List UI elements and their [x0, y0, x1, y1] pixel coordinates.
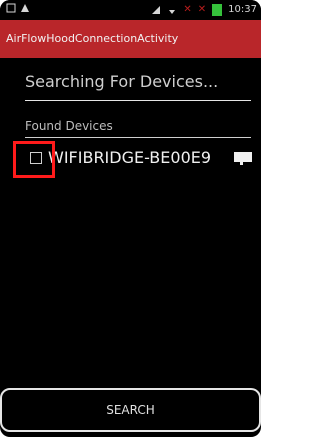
page-title: AirFlowHoodConnectionActivity	[6, 32, 179, 45]
search-button[interactable]: SEARCH	[0, 388, 261, 432]
found-devices-divider	[25, 137, 251, 138]
bridge-device-icon	[234, 152, 252, 165]
wifi-icon	[169, 10, 176, 14]
alert-icon	[21, 4, 29, 12]
search-status-underline	[25, 100, 251, 101]
device-label: WIFIBRIDGE-BE00E9	[48, 148, 212, 167]
status-bar-right: ✕ ✕ 10:37	[151, 3, 257, 17]
mute-icon: ✕	[197, 4, 207, 15]
mute-icon: ✕	[183, 4, 192, 15]
status-bar-left	[6, 3, 30, 13]
phone-screen: ✕ ✕ 10:37 AirFlowHoodConnectionActivity …	[0, 0, 261, 437]
list-item-device[interactable]: WIFIBRIDGE-BE00E9	[30, 147, 256, 171]
signal-icon	[152, 6, 161, 14]
checkbox-highlight-box	[13, 141, 55, 178]
clock: 10:37	[228, 4, 257, 15]
found-devices-header: Found Devices	[25, 119, 113, 133]
app-bar: AirFlowHoodConnectionActivity	[0, 20, 261, 58]
battery-icon	[212, 4, 223, 16]
notification-icon	[6, 3, 16, 13]
search-status-text: Searching For Devices...	[25, 72, 219, 91]
status-bar: ✕ ✕ 10:37	[0, 0, 261, 20]
